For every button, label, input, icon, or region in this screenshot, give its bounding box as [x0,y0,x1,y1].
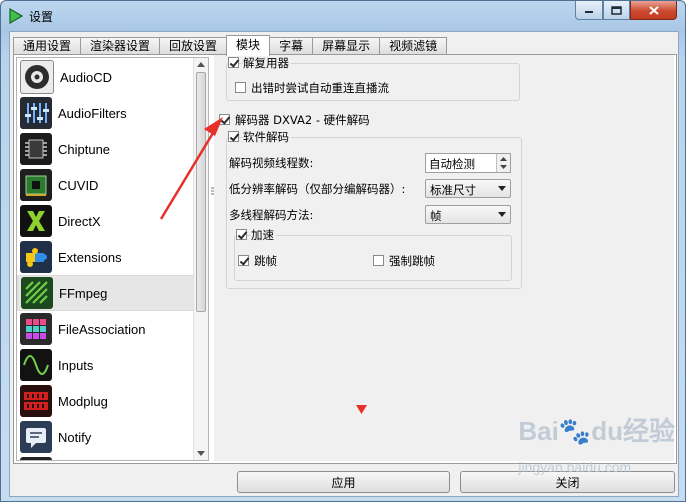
tab-modules[interactable]: 模块 [226,35,271,56]
settings-window: 设置 通用设置 渲染器设置 回放设置 模块 字幕 屏幕显示 视频滤镜 Audio… [0,0,686,502]
baidu-watermark: Bai🐾du经验 jingyan.baidu.com [518,416,675,475]
red-triangle-marker-icon [356,405,367,414]
watermark-url: jingyan.baidu.com [518,459,632,475]
red-arrow-icon [159,117,223,220]
paw-icon: 🐾 [558,416,592,446]
